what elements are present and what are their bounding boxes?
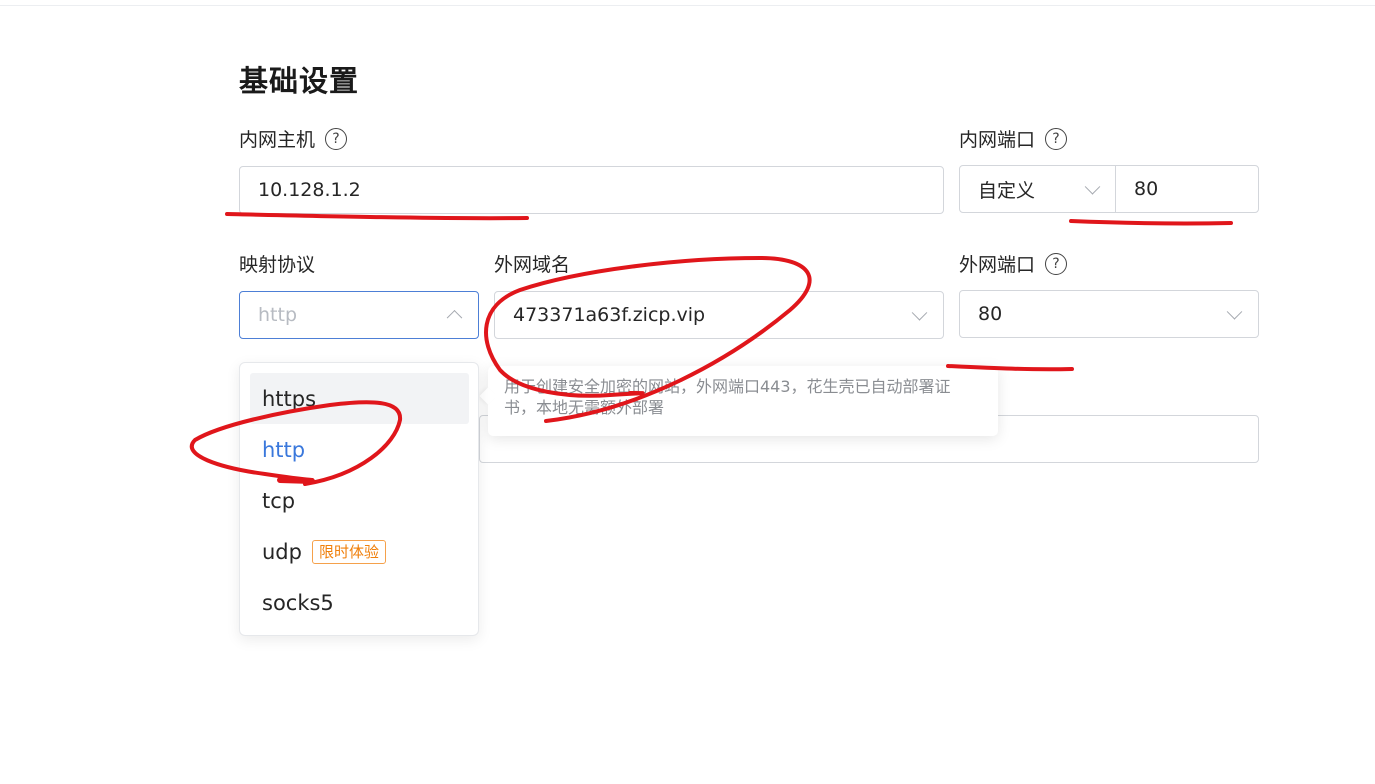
- domain-label-row: 外网域名: [494, 250, 570, 277]
- top-divider: [0, 5, 1375, 6]
- annotation-underline: [225, 212, 529, 221]
- annotation-underline: [1069, 219, 1233, 226]
- protocol-label-row: 映射协议: [239, 250, 315, 277]
- protocol-option-https[interactable]: https: [250, 373, 469, 424]
- protocol-option-socks5[interactable]: socks5: [250, 577, 469, 628]
- chevron-down-icon: [1084, 179, 1101, 195]
- internal-port-label-row: 内网端口 ?: [959, 125, 1068, 152]
- internal-port-label: 内网端口: [959, 129, 1036, 151]
- protocol-option-udp[interactable]: udp 限时体验: [250, 526, 469, 577]
- external-port-select[interactable]: 80: [959, 290, 1259, 338]
- help-icon[interactable]: ?: [325, 127, 348, 150]
- tooltip-text: 用于创建安全加密的网站，外网端口443，花生壳已自动部署证书，本地无需额外部署: [504, 377, 951, 417]
- protocol-option-http[interactable]: http: [250, 424, 469, 475]
- domain-label: 外网域名: [494, 254, 571, 276]
- external-port-label-row: 外网端口 ?: [959, 250, 1068, 277]
- option-label: tcp: [262, 488, 296, 513]
- protocol-dropdown: https http tcp udp 限时体验 socks5: [239, 362, 479, 636]
- protocol-placeholder: http: [258, 304, 298, 326]
- protocol-select[interactable]: http: [239, 291, 479, 339]
- internal-port-mode-select[interactable]: 自定义: [960, 166, 1116, 212]
- option-label: socks5: [262, 590, 334, 615]
- section-title: 基础设置: [239, 64, 360, 98]
- external-port-value: 80: [978, 303, 1003, 325]
- help-icon[interactable]: ?: [1045, 252, 1068, 275]
- chevron-down-icon: [1226, 304, 1243, 320]
- domain-value: 473371a63f.zicp.vip: [513, 304, 706, 326]
- internal-port-group: 自定义 80: [959, 165, 1259, 213]
- option-label: https: [262, 386, 317, 411]
- help-icon[interactable]: ?: [1045, 127, 1068, 150]
- internal-host-input[interactable]: 10.128.1.2: [239, 166, 944, 214]
- limited-trial-badge: 限时体验: [311, 539, 386, 564]
- internal-port-mode-value: 自定义: [978, 179, 1036, 202]
- option-label: http: [262, 437, 306, 462]
- internal-port-input[interactable]: 80: [1116, 166, 1258, 212]
- chevron-up-icon: [446, 309, 463, 326]
- internal-host-label: 内网主机: [239, 129, 316, 151]
- protocol-option-tcp[interactable]: tcp: [250, 475, 469, 526]
- tooltip-arrow: [479, 387, 497, 405]
- option-label: udp: [262, 539, 302, 564]
- internal-host-label-row: 内网主机 ?: [239, 125, 348, 152]
- external-port-label: 外网端口: [959, 254, 1036, 276]
- domain-select[interactable]: 473371a63f.zicp.vip: [494, 291, 944, 339]
- protocol-label: 映射协议: [239, 254, 316, 276]
- internal-port-value: 80: [1134, 178, 1159, 200]
- internal-host-value: 10.128.1.2: [258, 179, 361, 201]
- https-tooltip: 用于创建安全加密的网站，外网端口443，花生壳已自动部署证书，本地无需额外部署: [479, 366, 998, 436]
- chevron-down-icon: [911, 305, 928, 321]
